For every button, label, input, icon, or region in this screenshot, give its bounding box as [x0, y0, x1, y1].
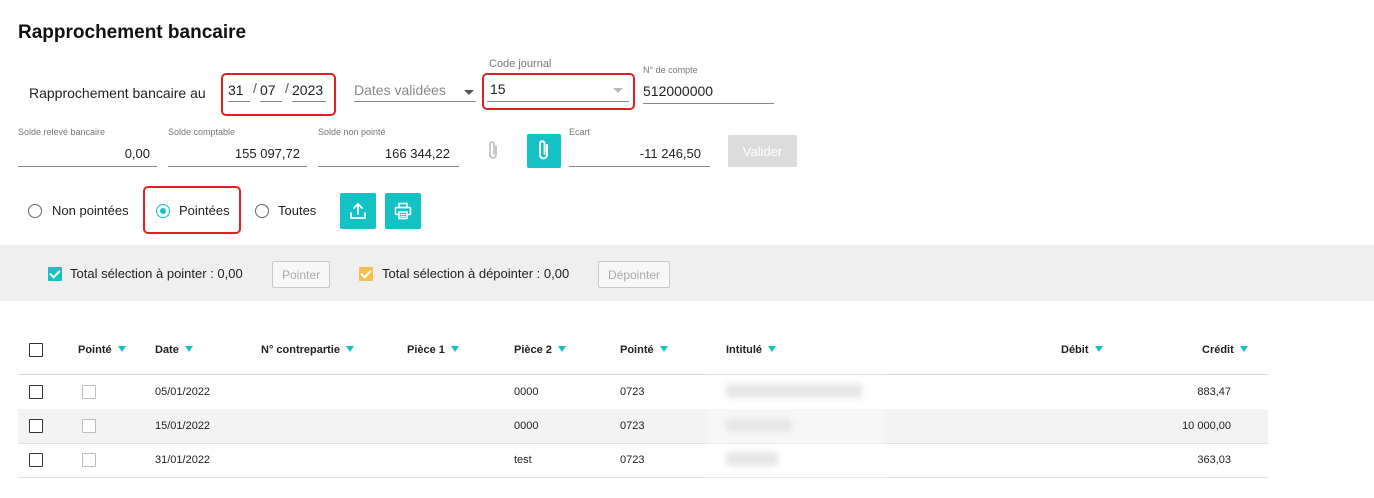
- print-icon: [394, 202, 412, 220]
- row-pointe-code: 0723: [620, 386, 645, 398]
- radio-toutes[interactable]: [255, 204, 269, 218]
- row-credit: 363,03: [1197, 454, 1231, 466]
- print-button[interactable]: [385, 193, 421, 229]
- paperclip-icon: [539, 140, 548, 160]
- column-header-piece2[interactable]: Pièce 2: [514, 344, 566, 356]
- row-date: 15/01/2022: [155, 420, 211, 432]
- row-credit: 10 000,00: [1182, 420, 1231, 432]
- solde-comptable-underline: [168, 166, 307, 167]
- ecart-underline: [569, 166, 710, 167]
- solde-non-pointe-label: Solde non pointé: [318, 127, 386, 137]
- row-date: 31/01/2022: [155, 454, 211, 466]
- intitule-redaction-overlay: [706, 374, 886, 478]
- column-header-contrepartie[interactable]: N° contrepartie: [261, 344, 354, 356]
- row-credit: 883,47: [1197, 386, 1231, 398]
- row-pointe-checkbox[interactable]: [82, 419, 96, 433]
- code-journal-label: Code journal: [489, 58, 552, 70]
- column-header-label: Pièce 2: [514, 344, 552, 356]
- ecart-label: Ecart: [569, 127, 591, 137]
- row-pointe-code: 0723: [620, 454, 645, 466]
- export-button[interactable]: [340, 193, 376, 229]
- row-pointe-checkbox[interactable]: [82, 453, 96, 467]
- solde-non-pointe-underline: [318, 166, 459, 167]
- column-header-debit[interactable]: Débit: [1061, 344, 1103, 356]
- sort-triangle-icon[interactable]: [1094, 346, 1103, 352]
- total-pointer-text: Total sélection à pointer : 0,00: [70, 266, 243, 281]
- pointer-selection-checkbox[interactable]: [48, 267, 62, 281]
- solde-comptable-label: Solde comptable: [168, 127, 236, 137]
- row-piece2: 0000: [514, 420, 539, 432]
- sort-triangle-icon[interactable]: [659, 346, 668, 352]
- dates-validees-select[interactable]: Dates validées: [354, 82, 446, 98]
- solde-comptable-field: 155 097,72: [234, 146, 300, 161]
- row-date: 05/01/2022: [155, 386, 211, 398]
- column-header-intitule[interactable]: Intitulé: [726, 344, 777, 356]
- numero-compte-label: N° de compte: [643, 65, 698, 75]
- column-header-label: Pièce 1: [407, 344, 445, 356]
- row-piece2: test: [514, 454, 532, 466]
- column-header-piece1[interactable]: Pièce 1: [407, 344, 459, 356]
- page-title: Rapprochement bancaire: [18, 22, 247, 43]
- sort-triangle-icon[interactable]: [345, 346, 354, 352]
- numero-compte-underline: [643, 103, 774, 104]
- select-all-checkbox[interactable]: [29, 343, 43, 357]
- date-highlight-box: [221, 73, 336, 116]
- sort-triangle-icon[interactable]: [768, 346, 777, 352]
- dates-validees-underline: [354, 101, 476, 102]
- depointer-selection-checkbox[interactable]: [359, 267, 373, 281]
- depointer-button[interactable]: Dépointer: [598, 261, 670, 288]
- sort-triangle-icon[interactable]: [184, 346, 193, 352]
- valider-button[interactable]: Valider: [728, 135, 797, 167]
- column-header-label: Crédit: [1202, 344, 1234, 356]
- column-header-label: N° contrepartie: [261, 344, 340, 356]
- table-row[interactable]: 15/01/2022 0000 0723 10 000,00: [18, 409, 1268, 444]
- table-row[interactable]: 05/01/2022 0000 0723 883,47: [18, 375, 1268, 410]
- table-row[interactable]: 31/01/2022 test 0723 363,03: [18, 443, 1268, 478]
- solde-non-pointe-field: 166 344,22: [384, 146, 450, 161]
- column-header-credit[interactable]: Crédit: [1202, 344, 1248, 356]
- column-header-pointe-code[interactable]: Pointé: [620, 344, 668, 356]
- radio-non-pointees[interactable]: [28, 204, 42, 218]
- column-header-pointe[interactable]: Pointé: [78, 344, 126, 356]
- ecart-field: -11 246,50: [639, 146, 701, 161]
- column-header-label: Date: [155, 344, 179, 356]
- sort-triangle-icon[interactable]: [450, 346, 459, 352]
- solde-releve-underline: [18, 166, 157, 167]
- column-header-label: Intitulé: [726, 344, 763, 356]
- row-pointe-code: 0723: [620, 420, 645, 432]
- sort-triangle-icon[interactable]: [557, 346, 566, 352]
- code-journal-highlight-box: [482, 73, 635, 110]
- upload-icon: [350, 203, 366, 219]
- row-piece2: 0000: [514, 386, 539, 398]
- radio-non-pointees-label[interactable]: Non pointées: [52, 203, 129, 218]
- column-header-date[interactable]: Date: [155, 344, 193, 356]
- column-header-label: Débit: [1061, 344, 1089, 356]
- attach-button[interactable]: [527, 134, 561, 168]
- solde-releve-label: Solde relevé bancaire: [18, 127, 106, 137]
- radio-toutes-label[interactable]: Toutes: [278, 203, 316, 218]
- pointees-highlight-box: [143, 186, 241, 234]
- pointer-button[interactable]: Pointer: [272, 261, 330, 288]
- reconciliation-date-label: Rapprochement bancaire au: [29, 85, 206, 101]
- sort-triangle-icon[interactable]: [1239, 346, 1248, 352]
- column-header-label: Pointé: [78, 344, 112, 356]
- row-pointe-checkbox[interactable]: [82, 385, 96, 399]
- sort-triangle-icon[interactable]: [117, 346, 126, 352]
- total-depointer-text: Total sélection à dépointer : 0,00: [382, 266, 570, 281]
- solde-releve-field[interactable]: 0,00: [18, 146, 150, 161]
- numero-compte-field[interactable]: 512000000: [643, 83, 713, 99]
- caret-down-icon[interactable]: [464, 90, 474, 95]
- column-header-label: Pointé: [620, 344, 654, 356]
- row-select-checkbox[interactable]: [29, 453, 43, 467]
- row-select-checkbox[interactable]: [29, 419, 43, 433]
- row-select-checkbox[interactable]: [29, 385, 43, 399]
- paperclip-icon[interactable]: [486, 140, 500, 167]
